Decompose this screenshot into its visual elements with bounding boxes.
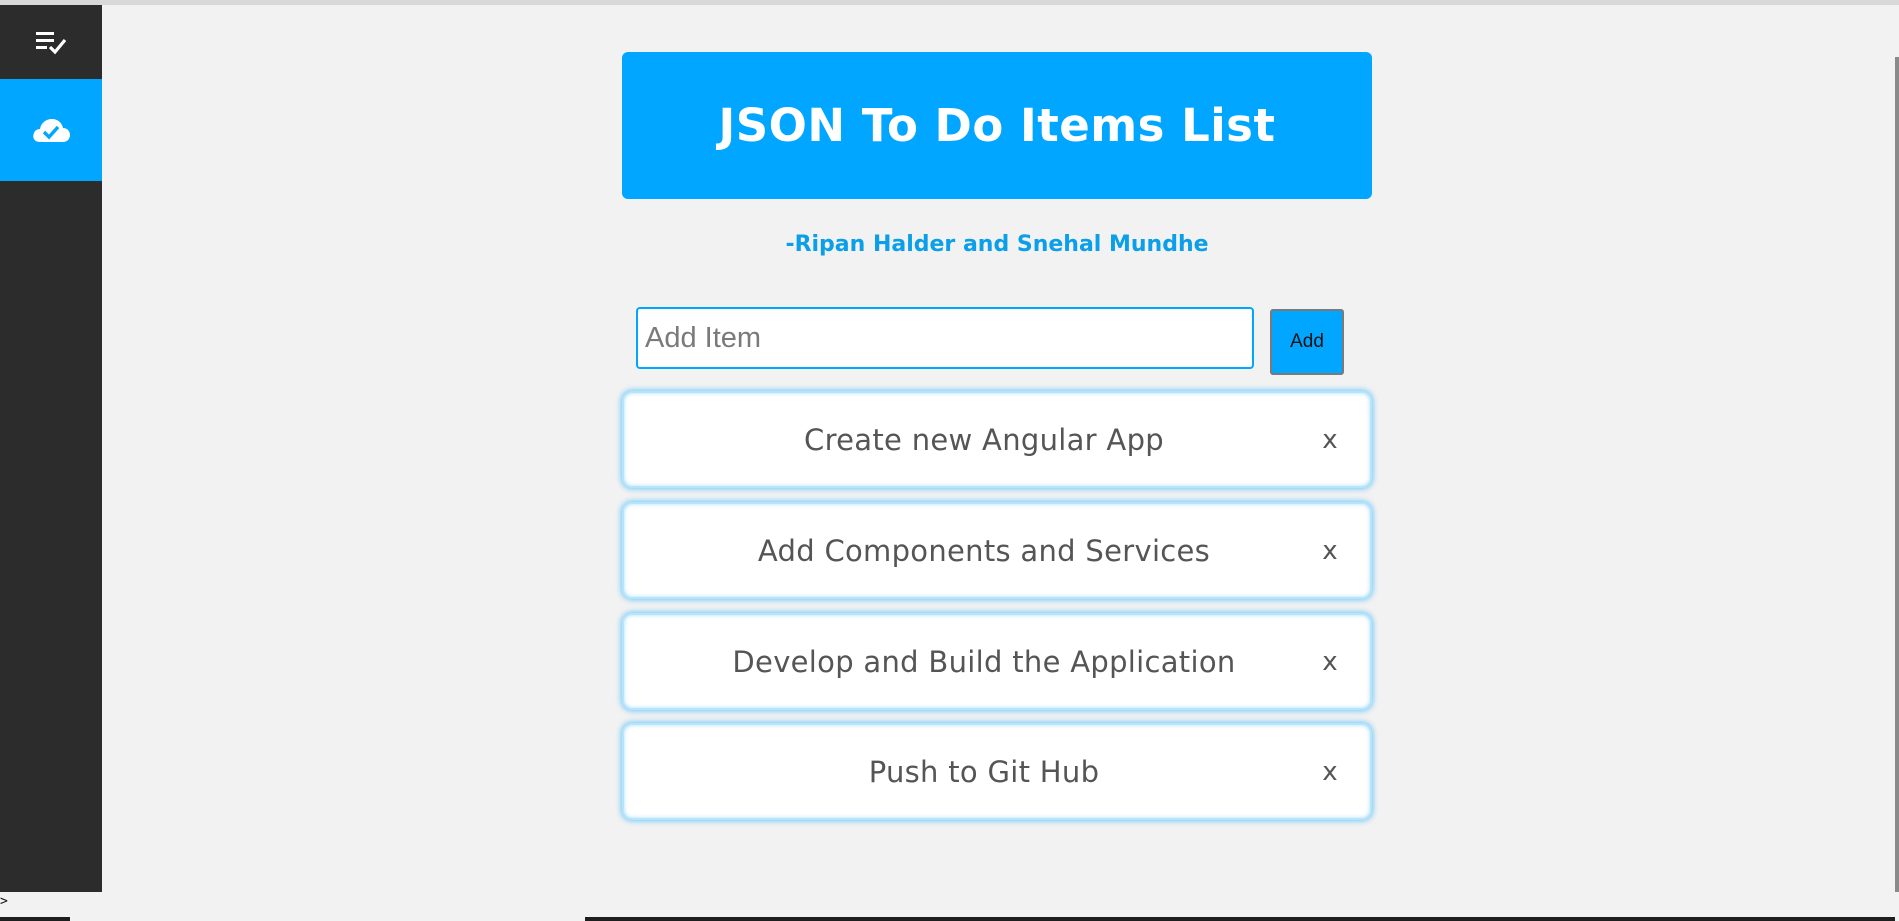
- scrollbar[interactable]: [1895, 57, 1899, 917]
- remove-item-button[interactable]: x: [1310, 504, 1350, 597]
- page-header: JSON To Do Items List: [622, 52, 1372, 199]
- sidebar-item-list[interactable]: [0, 5, 102, 79]
- todo-item-text: Push to Git Hub: [868, 754, 1100, 789]
- todo-item: Push to Git Hub x: [622, 723, 1372, 820]
- checklist-icon: [36, 32, 67, 55]
- remove-item-button[interactable]: x: [1310, 615, 1350, 708]
- authors-subtitle: -Ripan Halder and Snehal Mundhe: [785, 232, 1209, 257]
- add-button[interactable]: Add: [1270, 309, 1344, 375]
- page-title: JSON To Do Items List: [718, 99, 1276, 152]
- window-top-border: [0, 0, 1899, 5]
- remove-item-button[interactable]: x: [1310, 725, 1350, 818]
- todo-item: Develop and Build the Application x: [622, 613, 1372, 710]
- todo-item-text: Develop and Build the Application: [732, 644, 1236, 679]
- sidebar: [0, 5, 102, 892]
- todo-item-text: Add Components and Services: [757, 533, 1211, 568]
- bottom-divider: [585, 917, 1895, 921]
- add-item-input[interactable]: [636, 307, 1254, 369]
- todo-item-text: Create new Angular App: [804, 422, 1164, 457]
- sidebar-item-cloud[interactable]: [0, 79, 102, 181]
- todo-item: Add Components and Services x: [622, 502, 1372, 599]
- remove-item-button[interactable]: x: [1310, 393, 1350, 486]
- todo-item: Create new Angular App x: [622, 391, 1372, 488]
- cloud-check-icon: [33, 119, 70, 142]
- bottom-divider: [0, 917, 70, 921]
- console-prompt: >: [0, 894, 8, 909]
